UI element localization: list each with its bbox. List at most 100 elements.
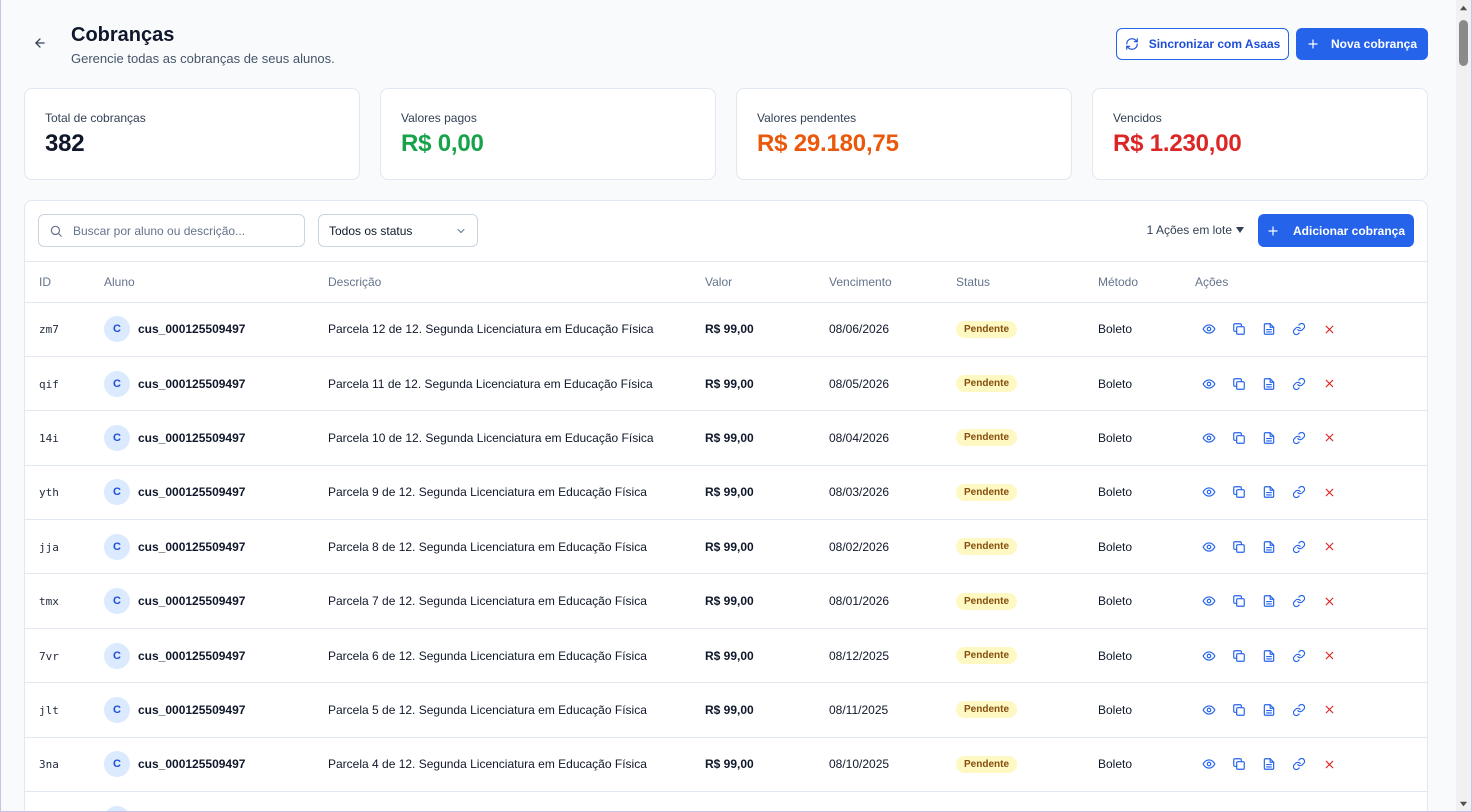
link-action-button[interactable] xyxy=(1291,321,1307,337)
column-header-descricao[interactable]: Descrição xyxy=(328,262,705,303)
copy-action-button[interactable] xyxy=(1231,376,1247,392)
table-row[interactable]: jlt Ccus_000125509497 Parcela 5 de 12. Seg… xyxy=(25,682,1427,738)
file-text-action-button[interactable] xyxy=(1261,376,1277,392)
link-action-button[interactable] xyxy=(1291,756,1307,772)
copy-action-button[interactable] xyxy=(1231,321,1247,337)
add-charge-button[interactable]: Adicionar cobrança xyxy=(1258,214,1414,247)
file-text-action-button[interactable] xyxy=(1261,702,1277,718)
avatar: C xyxy=(104,642,130,669)
table-row[interactable]: yth Ccus_000125509497 Parcela 9 de 12. Seg… xyxy=(25,465,1427,521)
batch-actions-dropdown[interactable]: 1 Ações em lote xyxy=(1147,223,1245,237)
cell-id: 3na xyxy=(25,737,104,793)
batch-actions-label: 1 Ações em lote xyxy=(1146,223,1232,237)
copy-action-button[interactable] xyxy=(1231,702,1247,718)
file-text-action-button[interactable] xyxy=(1261,593,1277,609)
eye-action-button[interactable] xyxy=(1201,756,1217,772)
cell-aluno: Ccus_000125509497 xyxy=(104,519,328,575)
file-text-action-button[interactable] xyxy=(1261,321,1277,337)
table-row[interactable]: jja Ccus_000125509497 Parcela 8 de 12. Seg… xyxy=(25,519,1427,575)
eye-action-button[interactable] xyxy=(1201,376,1217,392)
close-action-button[interactable] xyxy=(1321,593,1337,609)
copy-action-button[interactable] xyxy=(1231,756,1247,772)
eye-action-button[interactable] xyxy=(1201,702,1217,718)
page-header: Cobranças Gerencie todas as cobranças de… xyxy=(25,20,1428,70)
table-row[interactable]: qif Ccus_000125509497 Parcela 11 de 12. Se… xyxy=(25,356,1427,412)
link-icon xyxy=(1292,594,1306,608)
close-action-button[interactable] xyxy=(1321,430,1337,446)
cell-descricao: Parcela 9 de 12. Segunda Licenciatura em… xyxy=(328,465,705,521)
column-header-status[interactable]: Status xyxy=(956,262,1098,303)
charges-table-card: Todos os status 1 Ações em lote Adiciona… xyxy=(24,200,1428,811)
column-header-metodo[interactable]: Método xyxy=(1098,262,1195,303)
close-action-button[interactable] xyxy=(1321,648,1337,664)
copy-action-button[interactable] xyxy=(1231,484,1247,500)
new-charge-button[interactable]: Nova cobrança xyxy=(1296,28,1428,60)
link-action-button[interactable] xyxy=(1291,702,1307,718)
status-badge: Pendente xyxy=(956,483,1018,501)
table-row[interactable]: tmx Ccus_000125509497 Parcela 7 de 12. Seg… xyxy=(25,573,1427,629)
column-header-vencimento[interactable]: Vencimento xyxy=(829,262,956,303)
close-action-button[interactable] xyxy=(1321,702,1337,718)
eye-action-button[interactable] xyxy=(1201,321,1217,337)
eye-action-button[interactable] xyxy=(1201,593,1217,609)
page-scrollbar[interactable] xyxy=(1456,0,1471,811)
table-row[interactable]: zm7 Ccus_000125509497 Parcela 12 de 12. Se… xyxy=(25,302,1427,357)
eye-action-button[interactable] xyxy=(1201,484,1217,500)
cell-descricao xyxy=(328,791,705,811)
avatar: C xyxy=(104,696,130,723)
link-action-button[interactable] xyxy=(1291,430,1307,446)
file-text-action-button[interactable] xyxy=(1261,539,1277,555)
table-row[interactable]: 3na Ccus_000125509497 Parcela 4 de 12. Seg… xyxy=(25,737,1427,793)
cell-id: zm7 xyxy=(25,302,104,357)
link-action-button[interactable] xyxy=(1291,484,1307,500)
stat-value: R$ 29.180,75 xyxy=(757,130,899,157)
link-action-button[interactable] xyxy=(1291,539,1307,555)
cell-metodo: Boleto xyxy=(1098,573,1195,629)
file-text-action-button[interactable] xyxy=(1261,648,1277,664)
cell-valor: R$ 99,00 xyxy=(705,682,829,738)
status-badge: Pendente xyxy=(956,701,1018,719)
link-action-button[interactable] xyxy=(1291,648,1307,664)
scroll-up-icon[interactable] xyxy=(1459,4,1468,13)
status-badge: Pendente xyxy=(956,429,1018,447)
eye-action-button[interactable] xyxy=(1201,430,1217,446)
copy-action-button[interactable] xyxy=(1231,648,1247,664)
search-box[interactable] xyxy=(38,214,305,247)
copy-icon xyxy=(1232,649,1246,663)
sync-asaas-button[interactable]: Sincronizar com Asaas xyxy=(1116,28,1289,60)
close-action-button[interactable] xyxy=(1321,484,1337,500)
stat-label: Total de cobranças xyxy=(45,111,146,125)
close-icon xyxy=(1323,540,1336,553)
column-header-aluno[interactable]: Aluno xyxy=(104,262,328,303)
column-header-valor[interactable]: Valor xyxy=(705,262,829,303)
search-input[interactable] xyxy=(73,223,293,238)
close-action-button[interactable] xyxy=(1321,376,1337,392)
column-header-id[interactable]: ID xyxy=(25,262,104,303)
eye-action-button[interactable] xyxy=(1201,648,1217,664)
table-row[interactable]: C xyxy=(25,791,1427,811)
close-action-button[interactable] xyxy=(1321,756,1337,772)
copy-action-button[interactable] xyxy=(1231,539,1247,555)
back-button[interactable] xyxy=(31,34,49,52)
file-text-action-button[interactable] xyxy=(1261,430,1277,446)
cell-aluno: C xyxy=(104,791,328,811)
eye-action-button[interactable] xyxy=(1201,539,1217,555)
table-row[interactable]: 7vr Ccus_000125509497 Parcela 6 de 12. Seg… xyxy=(25,628,1427,684)
cell-valor: R$ 99,00 xyxy=(705,356,829,412)
student-name: cus_000125509497 xyxy=(138,322,246,337)
cell-valor: R$ 99,00 xyxy=(705,302,829,357)
status-filter-select[interactable]: Todos os status xyxy=(318,214,478,247)
table-row[interactable]: 14i Ccus_000125509497 Parcela 10 de 12. Se… xyxy=(25,410,1427,466)
file-text-action-button[interactable] xyxy=(1261,484,1277,500)
eye-icon xyxy=(1202,485,1216,499)
link-action-button[interactable] xyxy=(1291,593,1307,609)
page-subtitle: Gerencie todas as cobranças de seus alun… xyxy=(71,51,335,66)
link-action-button[interactable] xyxy=(1291,376,1307,392)
copy-action-button[interactable] xyxy=(1231,593,1247,609)
copy-action-button[interactable] xyxy=(1231,430,1247,446)
scroll-thumb[interactable] xyxy=(1459,20,1468,66)
close-action-button[interactable] xyxy=(1321,539,1337,555)
scroll-down-icon[interactable] xyxy=(1459,799,1468,808)
file-text-action-button[interactable] xyxy=(1261,756,1277,772)
close-action-button[interactable] xyxy=(1321,321,1337,337)
